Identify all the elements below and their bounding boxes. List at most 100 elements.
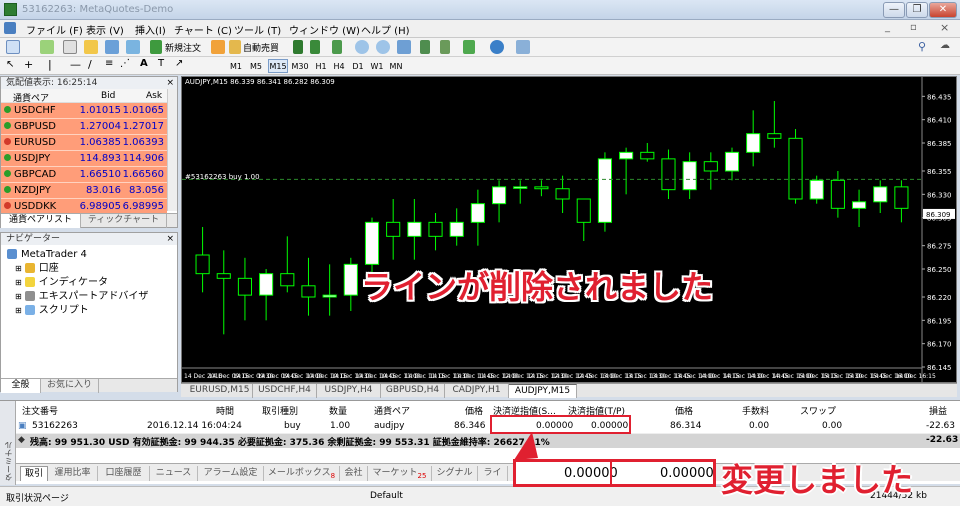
timeframe-h1[interactable]: H1 xyxy=(313,59,329,73)
timeframe-m15[interactable]: M15 xyxy=(268,59,288,73)
symbol-row[interactable]: EURUSD 1.06385 1.06393 xyxy=(1,135,167,151)
nav-item-experts[interactable]: ⊞ エキスパートアドバイザ xyxy=(15,290,148,304)
editor-icon[interactable] xyxy=(211,40,225,54)
zoom-out-icon[interactable] xyxy=(376,40,390,54)
nav-item-indicators[interactable]: ⊞ インディケータ xyxy=(15,276,108,290)
col-time[interactable]: 時間 xyxy=(216,404,234,417)
cursor-icon[interactable]: ↖ xyxy=(6,59,14,70)
col-bid[interactable]: Bid xyxy=(101,91,115,101)
tab-company[interactable]: 会社 xyxy=(340,466,368,481)
symbol-row[interactable]: USDJPY 114.893 114.906 xyxy=(1,151,167,167)
timeframe-d1[interactable]: D1 xyxy=(350,59,366,73)
price-chart[interactable]: 86.43586.41086.38586.35586.33086.30586.2… xyxy=(181,76,957,383)
trendline-icon[interactable]: / xyxy=(88,58,92,71)
expand-icon[interactable]: ⊞ xyxy=(15,306,22,315)
expand-icon[interactable]: ⊞ xyxy=(15,278,22,287)
chart-shift-icon[interactable] xyxy=(440,40,450,54)
mdi-restore-icon[interactable]: ▫ xyxy=(910,22,917,33)
chart-tab-cadjpy[interactable]: CADJPY,H1 xyxy=(445,384,509,398)
mdi-minimize-icon[interactable]: _ xyxy=(885,22,890,33)
tab-news[interactable]: ニュース xyxy=(150,466,198,481)
timeframe-w1[interactable]: W1 xyxy=(369,59,385,73)
col-profit[interactable]: 損益 xyxy=(929,404,947,417)
tab-alerts[interactable]: アラーム設定 xyxy=(198,466,264,481)
autotrade-button[interactable]: 自動売買 xyxy=(243,41,279,54)
tab-symbols[interactable]: 通貨ペアリスト xyxy=(1,214,81,228)
crosshair-icon[interactable] xyxy=(63,40,77,54)
chart-tab-usdchf[interactable]: USDCHF,H4 xyxy=(253,384,317,398)
tab-trade[interactable]: 取引 xyxy=(20,466,48,481)
templates-icon[interactable] xyxy=(516,40,530,54)
menu-insert[interactable]: 挿入(I) xyxy=(135,22,166,37)
favorites-icon[interactable] xyxy=(84,40,98,54)
crosshair-tool-icon[interactable]: + xyxy=(24,58,33,71)
chart-tab-eurusd[interactable]: EURUSD,M15 xyxy=(187,384,253,398)
chat-icon[interactable]: ☁ xyxy=(940,40,950,51)
symbol-row[interactable]: NZDJPY 83.016 83.056 xyxy=(1,183,167,199)
tab-market[interactable]: マーケット25 xyxy=(368,466,432,481)
close-icon[interactable]: × xyxy=(166,233,174,245)
menu-chart[interactable]: チャート (C) xyxy=(174,22,232,37)
profiles-icon[interactable] xyxy=(40,40,54,54)
autoscroll-icon[interactable] xyxy=(420,40,430,54)
expand-icon[interactable]: ⊞ xyxy=(15,292,22,301)
tab-exposure[interactable]: 運用比率 xyxy=(48,466,98,481)
bar-chart-icon[interactable] xyxy=(293,40,303,54)
timeframe-m5[interactable]: M5 xyxy=(248,59,264,73)
close-button[interactable]: ✕ xyxy=(929,2,957,18)
col-commission[interactable]: 手数料 xyxy=(742,404,769,417)
periods-icon[interactable] xyxy=(490,40,504,54)
menu-view[interactable]: 表示 (V) xyxy=(86,22,124,37)
menu-file[interactable]: ファイル (F) xyxy=(26,22,83,37)
close-icon[interactable]: × xyxy=(166,77,174,89)
menu-help[interactable]: ヘルプ (H) xyxy=(361,22,410,37)
search-icon[interactable]: ⚲ xyxy=(918,40,926,53)
tab-library[interactable]: ライ xyxy=(478,466,508,481)
fibonacci-icon[interactable]: ⋰ xyxy=(120,58,130,69)
text-tool-icon[interactable]: A xyxy=(140,58,148,69)
minimize-button[interactable]: — xyxy=(883,2,905,18)
restore-button[interactable]: ❐ xyxy=(906,2,928,18)
tab-tick-chart[interactable]: ティックチャート xyxy=(81,214,167,228)
timeframe-m30[interactable]: M30 xyxy=(290,59,310,73)
market-watch-scrollbar[interactable] xyxy=(167,89,177,211)
horizontal-line-icon[interactable]: — xyxy=(70,58,81,71)
vertical-line-icon[interactable]: | xyxy=(48,58,52,71)
timeframe-mn[interactable]: MN xyxy=(388,59,404,73)
timeframe-h4[interactable]: H4 xyxy=(331,59,347,73)
mdi-close-icon[interactable]: × xyxy=(940,21,949,34)
tab-favorites[interactable]: お気に入り xyxy=(41,379,99,393)
col-swap[interactable]: スワップ xyxy=(800,404,836,417)
tab-signals[interactable]: シグナル xyxy=(432,466,478,481)
symbol-row[interactable]: GBPCAD 1.66510 1.66560 xyxy=(1,167,167,183)
new-order-button[interactable]: 新規注文 xyxy=(165,41,201,54)
tab-general[interactable]: 全般 xyxy=(1,379,41,393)
candles-icon[interactable] xyxy=(310,40,320,54)
line-chart-icon[interactable] xyxy=(332,40,342,54)
zoom-in-icon[interactable] xyxy=(355,40,369,54)
nav-item-scripts[interactable]: ⊞ スクリプト xyxy=(15,304,89,318)
chart-tab-audjpy[interactable]: AUDJPY,M15 xyxy=(509,384,577,398)
col-ask[interactable]: Ask xyxy=(146,91,162,101)
tab-mailbox[interactable]: メールボックス8 xyxy=(264,466,340,481)
col-price2[interactable]: 価格 xyxy=(675,404,693,417)
tab-account-history[interactable]: 口座履歴 xyxy=(98,466,150,481)
chart-tab-usdjpy[interactable]: USDJPY,H4 xyxy=(317,384,381,398)
new-chart-icon[interactable] xyxy=(6,40,20,54)
arrows-tool-icon[interactable]: ↗ xyxy=(175,58,183,69)
tile-icon[interactable] xyxy=(397,40,411,54)
col-price[interactable]: 価格 xyxy=(465,404,483,417)
nav-item-accounts[interactable]: ⊞ 口座 xyxy=(15,262,59,276)
indicators-icon[interactable] xyxy=(463,40,475,54)
symbol-row[interactable]: GBPUSD 1.27004 1.27017 xyxy=(1,119,167,135)
table-row[interactable]: ▣ 53162263 2016.12.14 16:04:24 buy 1.00 … xyxy=(16,418,960,434)
col-symbol[interactable]: 通貨ペア xyxy=(374,404,410,417)
label-tool-icon[interactable]: T xyxy=(158,58,164,69)
symbol-row[interactable]: USDCHF 1.01015 1.01065 xyxy=(1,103,167,119)
nav-root[interactable]: MetaTrader 4 xyxy=(7,248,87,262)
menu-window[interactable]: ウィンドウ (W) xyxy=(289,22,360,37)
col-type[interactable]: 取引種別 xyxy=(262,404,298,417)
data-window-icon[interactable] xyxy=(105,40,119,54)
expand-icon[interactable]: ⊞ xyxy=(15,264,22,273)
navigator-icon[interactable] xyxy=(126,40,140,54)
